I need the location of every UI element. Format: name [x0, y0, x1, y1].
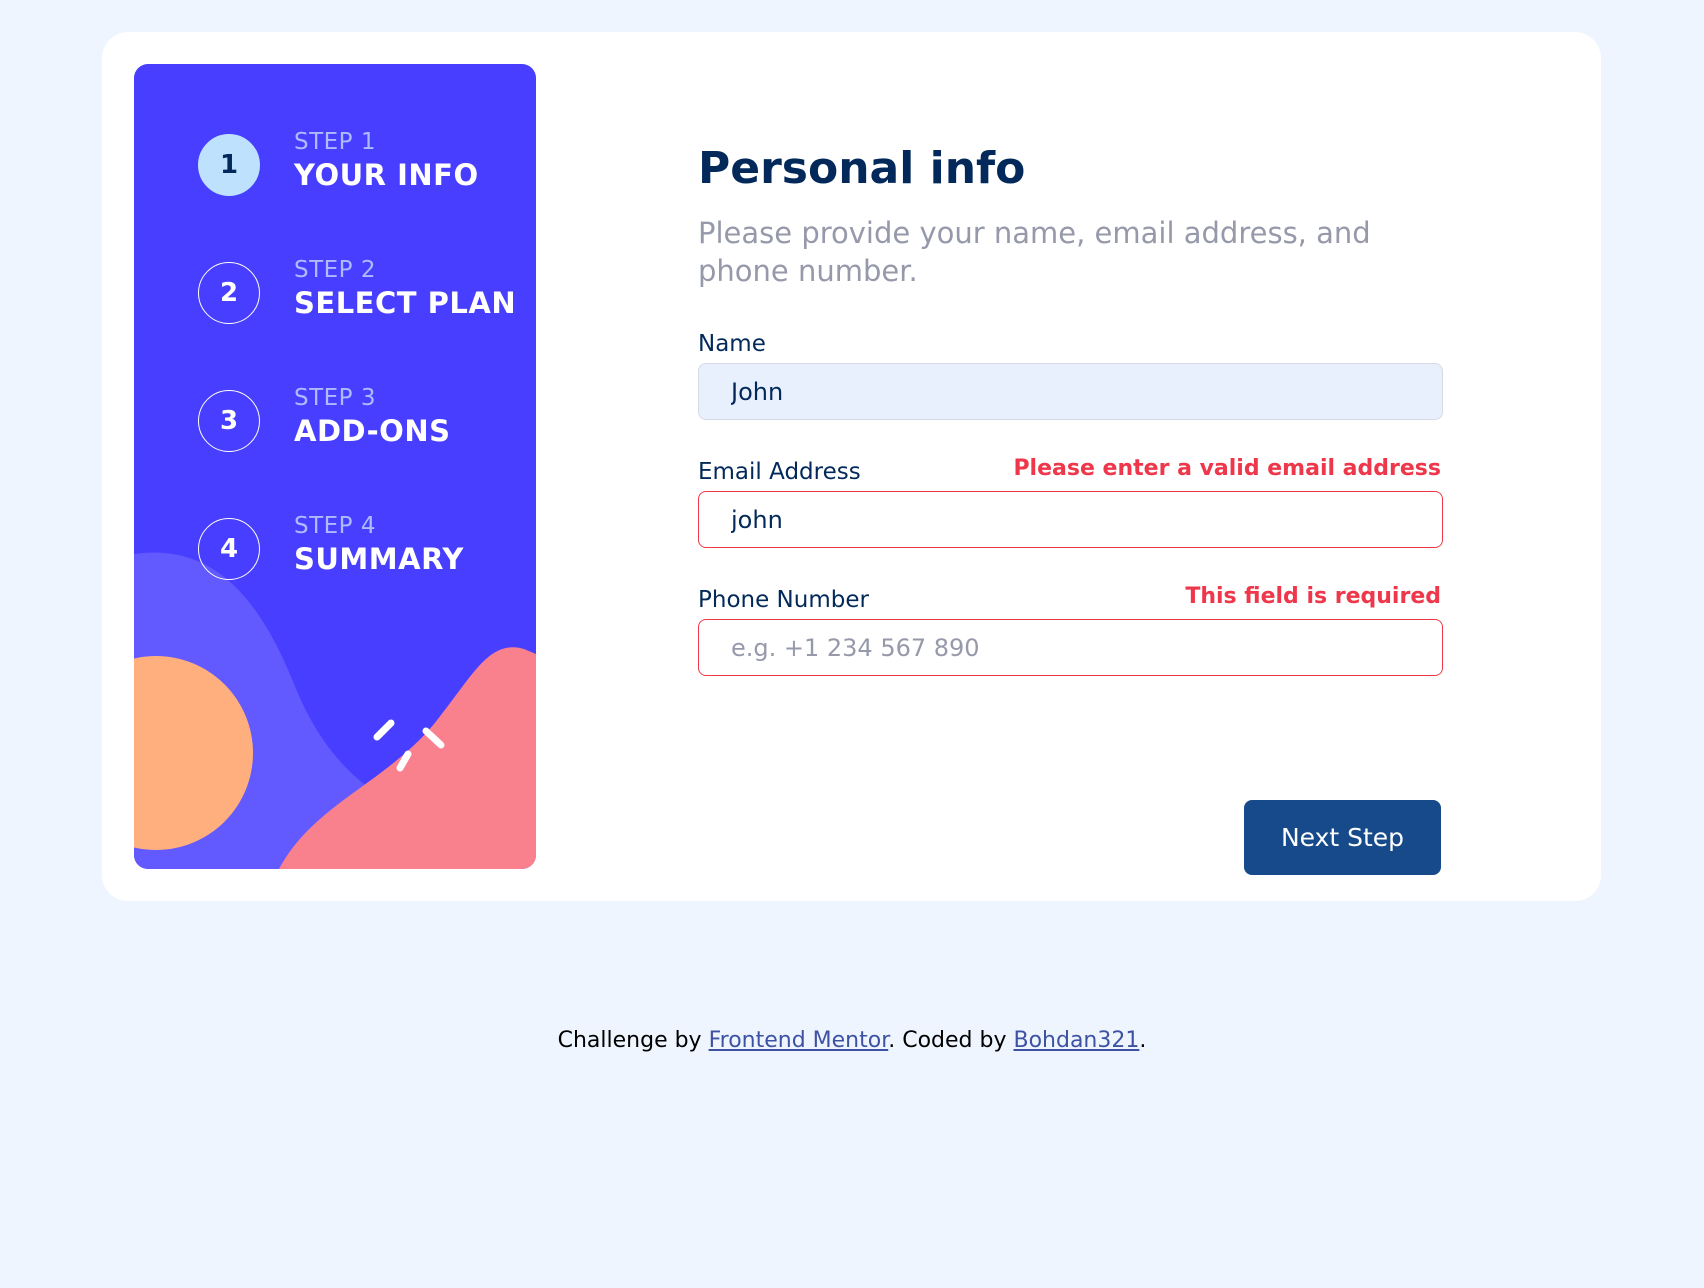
step-title: YOUR INFO [294, 158, 479, 192]
footer-middle: . Coded by [888, 1028, 1014, 1053]
personal-info-form: Personal info Please provide your name, … [696, 32, 1443, 901]
step-label: STEP 2 [294, 257, 376, 283]
email-error-message: Please enter a valid email address [1013, 456, 1441, 481]
phone-label: Phone Number [698, 587, 869, 613]
phone-error-message: This field is required [1185, 584, 1441, 609]
name-label: Name [698, 331, 766, 357]
email-input[interactable] [698, 491, 1443, 548]
step-title: ADD-ONS [294, 414, 451, 448]
step-label: STEP 1 [294, 129, 376, 155]
footer-suffix: . [1139, 1028, 1147, 1053]
phone-input[interactable] [698, 619, 1443, 676]
step-label: STEP 3 [294, 385, 376, 411]
step-number-badge: 1 [198, 134, 260, 196]
footer-prefix: Challenge by [557, 1028, 709, 1053]
step-title: SUMMARY [294, 542, 464, 576]
frontend-mentor-link[interactable]: Frontend Mentor [709, 1028, 889, 1053]
author-link[interactable]: Bohdan321 [1013, 1028, 1139, 1053]
email-label: Email Address [698, 459, 861, 485]
page-title: Personal info [698, 143, 1026, 194]
step-title: SELECT PLAN [294, 286, 517, 320]
step-number-badge: 3 [198, 390, 260, 452]
page-subtitle: Please provide your name, email address,… [698, 216, 1371, 288]
name-input[interactable] [698, 363, 1443, 420]
step-number-badge: 2 [198, 262, 260, 324]
steps-sidebar: 1 STEP 1 YOUR INFO 2 STEP 2 SELECT PLAN … [134, 64, 536, 869]
attribution-footer: Challenge by Frontend Mentor. Coded by B… [0, 1028, 1704, 1053]
next-step-button[interactable]: Next Step [1244, 800, 1441, 875]
step-label: STEP 4 [294, 513, 376, 539]
step-number-badge: 4 [198, 518, 260, 580]
form-card: 1 STEP 1 YOUR INFO 2 STEP 2 SELECT PLAN … [102, 32, 1601, 901]
